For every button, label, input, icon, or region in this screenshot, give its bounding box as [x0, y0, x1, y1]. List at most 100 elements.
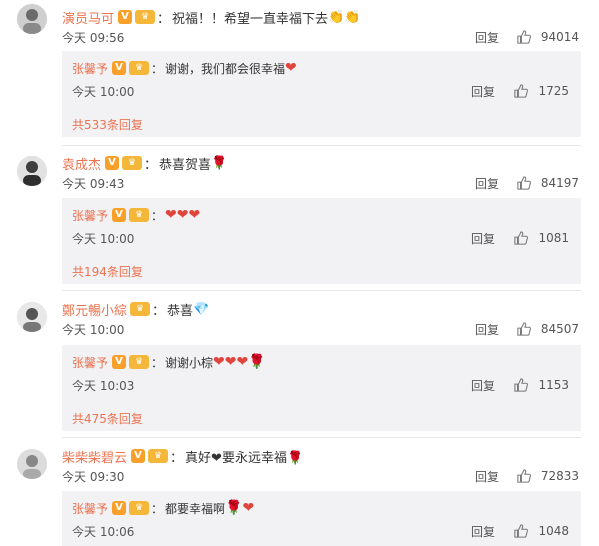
reply-meta: 今天 10:00 回复 1081 — [72, 229, 569, 247]
like-count: 1081 — [538, 231, 569, 245]
fan-badge-icon: ♛ — [129, 61, 150, 75]
like-button[interactable]: 1725 — [514, 84, 569, 98]
thumbs-up-icon — [514, 378, 529, 392]
verified-v-icon: V — [105, 156, 120, 170]
comment-text: 祝福！！希望一直幸福下去 — [172, 11, 329, 27]
like-count: 1153 — [538, 378, 569, 392]
verified-v-icon: V — [112, 61, 127, 75]
like-button[interactable]: 1153 — [514, 378, 569, 392]
username-link[interactable]: 袁成杰 — [62, 154, 101, 173]
fan-badge-icon: ♛ — [129, 208, 150, 222]
like-count: 72833 — [540, 469, 579, 483]
reply-button[interactable]: 回复 — [475, 29, 499, 46]
like-button[interactable]: 84507 — [517, 322, 579, 336]
like-button[interactable]: 72833 — [517, 469, 579, 483]
reply-button[interactable]: 回复 — [471, 523, 495, 540]
rose-heart-emoji-icon: 🌹❤ — [225, 500, 255, 516]
verified-v-icon: V — [112, 208, 127, 222]
reply-timestamp: 今天 10:00 — [72, 84, 135, 99]
reply-meta: 今天 10:00 回复 1725 — [72, 82, 569, 100]
verified-v-icon: V — [112, 501, 127, 515]
reply-timestamp: 今天 10:06 — [72, 524, 135, 539]
like-count: 1048 — [538, 524, 569, 538]
rose-emoji-icon: 🌹 — [211, 155, 228, 171]
thumbs-up-icon — [517, 469, 531, 483]
verified-v-icon: V — [118, 10, 133, 24]
reply-text: 谢谢，我们都会很幸福 — [165, 61, 286, 76]
comment-meta: 今天 09:43 回复 84197 — [62, 174, 579, 192]
reply-username-link[interactable]: 张馨予 — [72, 354, 108, 371]
verified-v-icon: V — [131, 449, 146, 463]
timestamp: 今天 09:56 — [62, 30, 125, 45]
like-count: 84507 — [540, 322, 579, 336]
reply-button[interactable]: 回复 — [471, 230, 495, 247]
like-button[interactable]: 1081 — [514, 231, 569, 245]
fan-badge-icon: ♛ — [122, 156, 143, 170]
fan-badge-icon: ♛ — [130, 302, 151, 316]
thumbs-up-icon — [517, 176, 531, 190]
reply-username-link[interactable]: 张馨予 — [72, 500, 108, 517]
avatar[interactable] — [17, 302, 47, 332]
comment-item: 袁成杰 V ♛ ： 恭喜贺喜 🌹 今天 09:43 回复 84197 张馨予 V… — [0, 148, 599, 288]
heart-emoji-icon: ❤ — [285, 60, 297, 76]
reply-text: 都要幸福啊 — [165, 501, 226, 516]
like-count: 1725 — [538, 84, 569, 98]
more-replies-link[interactable]: 共475条回复 — [72, 409, 143, 427]
avatar[interactable] — [17, 449, 47, 479]
like-button[interactable]: 94014 — [517, 30, 579, 44]
reply-button[interactable]: 回复 — [471, 83, 495, 100]
reply-button[interactable]: 回复 — [475, 468, 499, 485]
reply-button[interactable]: 回复 — [475, 321, 499, 338]
comment-meta: 今天 09:56 回复 94014 — [62, 28, 579, 46]
timestamp: 今天 10:00 — [62, 322, 125, 337]
username-link[interactable]: 柴柴柴碧云 — [62, 447, 127, 466]
reply-text-line: 张馨予 V ♛ ： 都要幸福啊 🌹❤ — [72, 500, 255, 517]
fan-badge-icon: ♛ — [148, 449, 169, 463]
reply-button[interactable]: 回复 — [471, 377, 495, 394]
like-button[interactable]: 1048 — [514, 524, 569, 538]
thumbs-up-icon — [514, 84, 529, 98]
thumbs-up-icon — [517, 30, 531, 44]
timestamp: 今天 09:43 — [62, 176, 125, 191]
reply-username-link[interactable]: 张馨予 — [72, 207, 108, 224]
reply-username-link[interactable]: 张馨予 — [72, 60, 108, 77]
comment-item: 鄭元暢小綜 ♛ ： 恭喜 💎 今天 10:00 回复 84507 张馨予 V ♛… — [0, 294, 599, 434]
comment-item: 演员马可 V ♛ ： 祝福！！希望一直幸福下去 👏👏 今天 09:56 回复 9… — [0, 2, 599, 142]
reply-text-line: 张馨予 V ♛ ： 谢谢小棕 ❤❤❤🌹 — [72, 354, 266, 371]
more-replies-link[interactable]: 共194条回复 — [72, 262, 143, 280]
heart-rose-emoji-icon: ❤要永远幸福🌹 — [211, 450, 304, 466]
comment-text: 真好 — [185, 450, 212, 466]
reply-box: 张馨予 V ♛ ： ❤❤❤ 今天 10:00 回复 1081 共194条回复 — [62, 198, 581, 284]
clap-emoji-icon: 👏👏 — [328, 9, 361, 25]
reply-text: 谢谢小棕 — [165, 355, 214, 370]
more-replies-link[interactable]: 共533条回复 — [72, 115, 143, 133]
reply-box: 张馨予 V ♛ ： 谢谢，我们都会很幸福 ❤ 今天 10:00 回复 1725 … — [62, 51, 581, 137]
reply-timestamp: 今天 10:00 — [72, 231, 135, 246]
reply-box: 张馨予 V ♛ ： 谢谢小棕 ❤❤❤🌹 今天 10:03 回复 1153 共47… — [62, 345, 581, 431]
avatar[interactable] — [17, 156, 47, 186]
reply-meta: 今天 10:03 回复 1153 — [72, 376, 569, 394]
username-link[interactable]: 演员马可 — [62, 8, 114, 27]
divider — [62, 145, 581, 146]
reply-text-line: 张馨予 V ♛ ： ❤❤❤ — [72, 207, 201, 224]
reply-meta: 今天 10:06 回复 1048 — [72, 522, 569, 540]
comment-item: 柴柴柴碧云 V ♛ ： 真好 ❤要永远幸福🌹 今天 09:30 回复 72833… — [0, 441, 599, 546]
reply-timestamp: 今天 10:03 — [72, 378, 135, 393]
comment-meta: 今天 10:00 回复 84507 — [62, 320, 579, 338]
reply-box: 张馨予 V ♛ ： 都要幸福啊 🌹❤ 今天 10:06 回复 1048 — [62, 491, 581, 546]
heart-emoji-icon: ❤❤❤🌹 — [213, 354, 266, 370]
divider — [62, 290, 581, 291]
fan-badge-icon: ♛ — [135, 10, 156, 24]
fan-badge-icon: ♛ — [129, 501, 150, 515]
reply-text-line: 张馨予 V ♛ ： 谢谢，我们都会很幸福 ❤ — [72, 60, 297, 77]
like-button[interactable]: 84197 — [517, 176, 579, 190]
reply-button[interactable]: 回复 — [475, 175, 499, 192]
thumbs-up-icon — [514, 524, 529, 538]
thumbs-up-icon — [514, 231, 529, 245]
divider — [62, 437, 581, 438]
verified-v-icon: V — [112, 355, 127, 369]
like-count: 94014 — [540, 30, 579, 44]
heart-emoji-icon: ❤❤❤ — [165, 207, 201, 223]
avatar[interactable] — [17, 4, 47, 34]
username-link[interactable]: 鄭元暢小綜 — [62, 300, 127, 319]
